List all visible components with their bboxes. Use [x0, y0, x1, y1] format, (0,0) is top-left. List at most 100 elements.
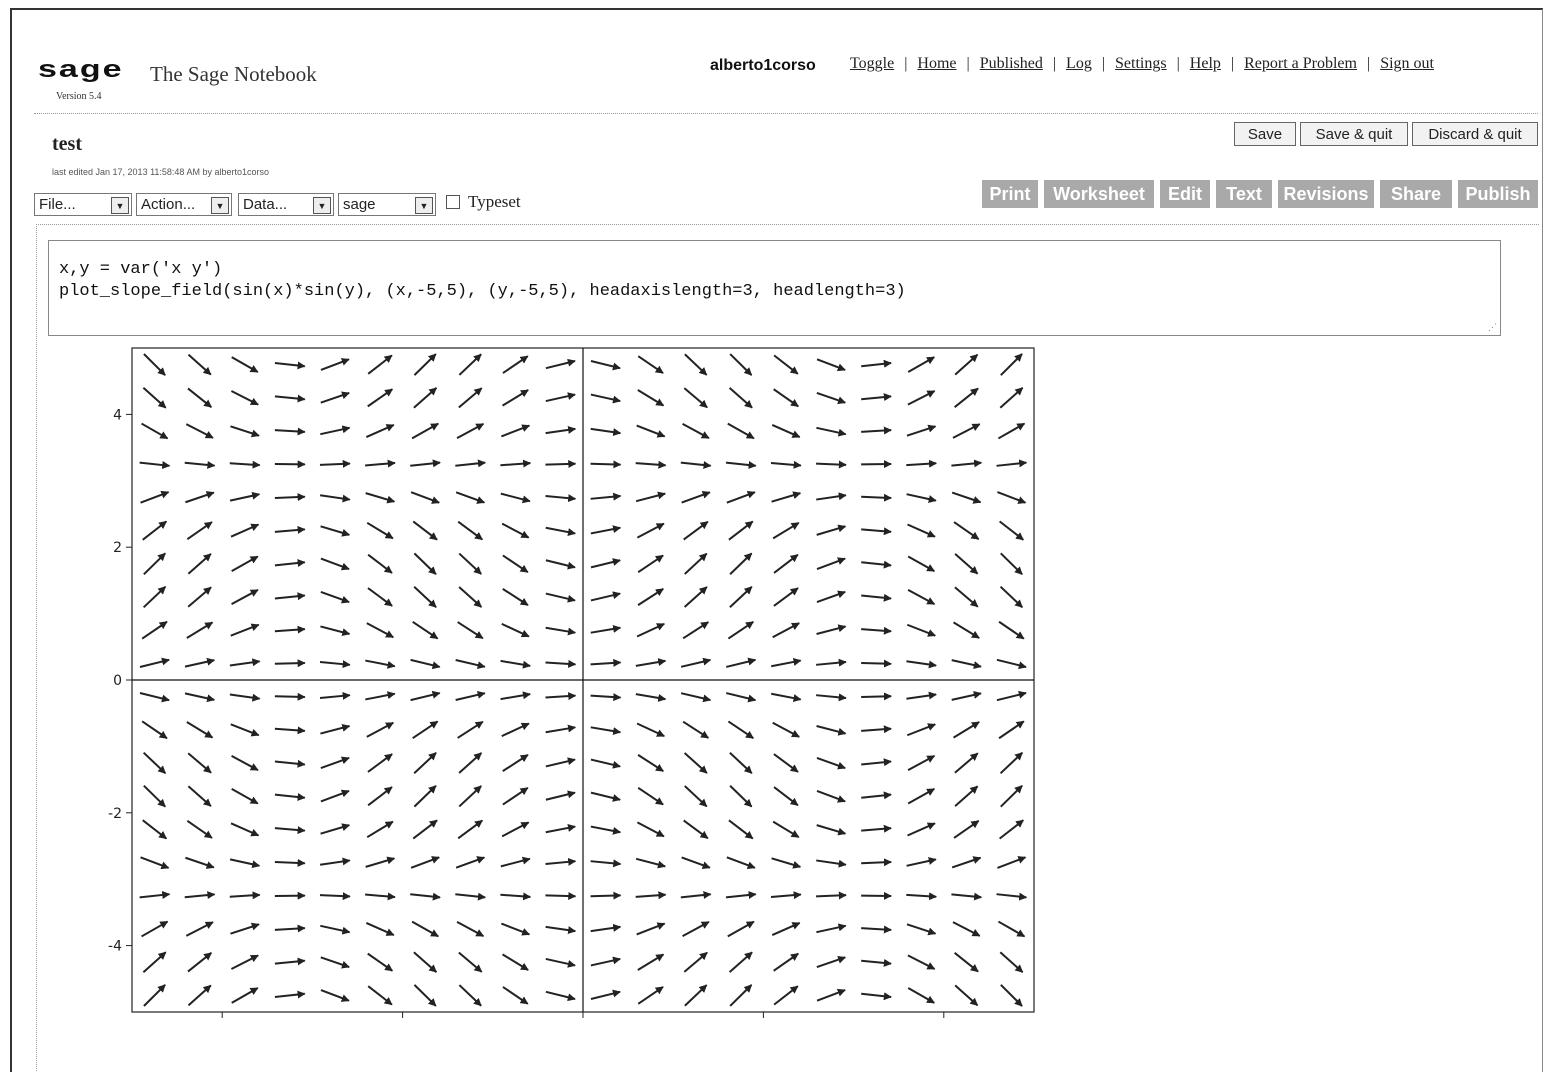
- slope-arrow: [231, 356, 259, 373]
- tab-share[interactable]: Share: [1380, 180, 1452, 208]
- slope-arrow: [951, 856, 982, 869]
- slope-arrow: [727, 621, 754, 640]
- nav-help[interactable]: Help: [1190, 55, 1221, 73]
- slope-arrow: [1000, 984, 1023, 1007]
- slope-arrow: [458, 785, 482, 808]
- slope-arrow: [725, 461, 757, 470]
- slope-arrow: [500, 492, 531, 504]
- system-select[interactable]: sage ▼: [338, 193, 436, 216]
- slope-arrow: [319, 857, 351, 866]
- discard-quit-button[interactable]: Discard & quit: [1412, 122, 1538, 146]
- slope-arrow: [187, 752, 212, 774]
- nav-separator: |: [1052, 55, 1057, 72]
- slope-arrow: [997, 422, 1026, 440]
- data-menu[interactable]: Data... ▼: [238, 193, 334, 216]
- tab-revisions[interactable]: Revisions: [1278, 180, 1374, 208]
- slope-arrow: [229, 491, 261, 502]
- slope-arrow: [861, 925, 892, 934]
- slope-arrow: [861, 692, 892, 701]
- slope-arrow: [816, 923, 847, 934]
- slope-arrow: [907, 356, 935, 373]
- slope-arrow: [229, 693, 261, 702]
- slope-arrow: [906, 493, 937, 503]
- slope-arrow: [410, 491, 440, 504]
- slope-arrow: [139, 890, 171, 899]
- slope-arrow: [274, 990, 306, 999]
- worksheet-title[interactable]: test: [52, 133, 82, 156]
- slope-arrow: [684, 785, 708, 808]
- slope-arrow: [365, 659, 396, 669]
- slope-arrow: [635, 658, 667, 667]
- slope-arrow: [320, 989, 350, 1002]
- slope-arrow: [954, 984, 979, 1007]
- nav-settings[interactable]: Settings: [1115, 55, 1167, 73]
- slope-arrow: [501, 821, 530, 838]
- slope-arrow: [816, 426, 847, 437]
- chevron-down-icon: ▼: [313, 197, 331, 214]
- nav-log[interactable]: Log: [1066, 55, 1092, 73]
- slope-arrow: [861, 560, 892, 569]
- slope-arrow: [906, 660, 937, 669]
- typeset-checkbox[interactable]: [446, 195, 460, 209]
- slope-arrow: [590, 989, 621, 1000]
- tab-text[interactable]: Text: [1216, 180, 1272, 208]
- slope-arrow: [458, 586, 483, 608]
- slope-arrow: [729, 552, 753, 575]
- nav-sign-out[interactable]: Sign out: [1380, 55, 1434, 73]
- tab-worksheet[interactable]: Worksheet: [1044, 180, 1154, 208]
- slope-arrow: [413, 552, 437, 575]
- slope-arrow: [413, 951, 438, 973]
- slope-arrow: [636, 622, 665, 638]
- slope-arrow: [816, 725, 847, 736]
- slope-arrow: [187, 586, 212, 608]
- slope-arrow: [729, 752, 753, 774]
- slope-arrow: [545, 957, 576, 968]
- resize-handle-icon[interactable]: ⋰: [1488, 323, 1498, 333]
- nav-home[interactable]: Home: [917, 55, 956, 73]
- slope-arrow: [413, 353, 437, 376]
- slope-arrow: [682, 422, 710, 440]
- chevron-down-icon: ▼: [211, 197, 229, 214]
- nav-toggle[interactable]: Toggle: [850, 55, 894, 73]
- slope-arrow: [684, 552, 708, 575]
- tab-edit[interactable]: Edit: [1160, 180, 1210, 208]
- slope-arrow: [501, 922, 531, 936]
- slope-arrow: [997, 856, 1027, 869]
- slope-arrow: [502, 986, 529, 1005]
- slope-arrow: [907, 822, 936, 837]
- code-cell-input[interactable]: x,y = var('x y') plot_slope_field(sin(x)…: [48, 240, 1501, 336]
- slope-arrow: [728, 387, 753, 409]
- slope-arrow: [320, 956, 350, 969]
- slope-arrow: [996, 658, 1027, 670]
- slope-arrow: [906, 623, 936, 637]
- nav-report-problem[interactable]: Report a Problem: [1244, 55, 1357, 73]
- nav-published[interactable]: Published: [980, 55, 1043, 73]
- slope-arrow: [545, 692, 577, 701]
- slope-arrow: [954, 952, 979, 973]
- slope-arrow: [545, 626, 577, 636]
- slope-arrow: [590, 393, 621, 404]
- slope-arrow: [320, 557, 350, 571]
- file-menu[interactable]: File... ▼: [34, 193, 132, 216]
- slope-arrow: [773, 553, 799, 574]
- tab-print[interactable]: Print: [982, 180, 1038, 208]
- slope-arrow: [997, 491, 1027, 504]
- slope-arrow: [861, 858, 892, 867]
- slope-arrow: [187, 785, 212, 807]
- slope-arrow: [637, 953, 665, 971]
- sage-logo[interactable]: sage: [38, 56, 124, 83]
- typeset-toggle[interactable]: Typeset: [446, 192, 521, 212]
- save-quit-button[interactable]: Save & quit: [1300, 122, 1408, 146]
- slope-arrow: [954, 353, 979, 376]
- slope-arrow: [684, 353, 708, 376]
- tab-publish[interactable]: Publish: [1458, 180, 1538, 208]
- slope-arrow: [274, 793, 306, 802]
- slope-arrow: [412, 819, 438, 840]
- action-menu[interactable]: Action... ▼: [136, 193, 232, 216]
- slope-arrow: [770, 460, 802, 469]
- slope-arrow: [545, 559, 576, 570]
- slope-arrow: [590, 693, 622, 702]
- nav-separator: |: [1366, 55, 1371, 72]
- slope-arrow: [142, 819, 168, 840]
- save-button[interactable]: Save: [1234, 122, 1296, 146]
